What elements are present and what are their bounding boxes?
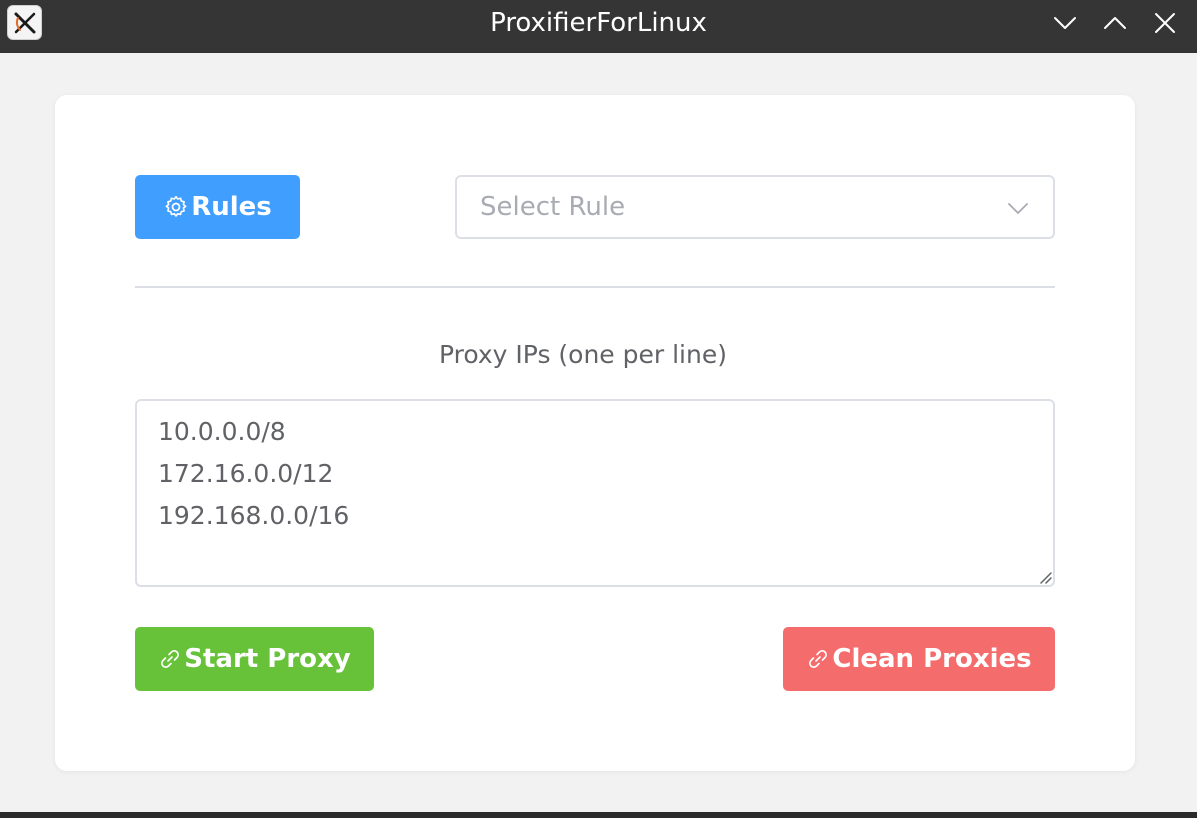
app-window: ProxifierForLinux Rules Select Rule Prox… (0, 0, 1197, 818)
proxy-ips-field: 10.0.0.0/8 172.16.0.0/12 192.168.0.0/16 (135, 399, 1055, 587)
clean-proxies-button[interactable]: Clean Proxies (783, 627, 1055, 691)
title-bar[interactable]: ProxifierForLinux (0, 0, 1197, 53)
proxy-ips-label: Proxy IPs (one per line) (439, 340, 727, 369)
chevron-up-icon (1104, 17, 1126, 29)
resize-grip-icon[interactable] (1036, 568, 1052, 584)
start-proxy-label: Start Proxy (184, 644, 351, 674)
maximize-button[interactable] (1102, 10, 1128, 36)
chevron-down-icon (1007, 197, 1029, 223)
close-icon (1155, 13, 1175, 33)
divider (135, 286, 1055, 288)
proxy-ips-textarea[interactable]: 10.0.0.0/8 172.16.0.0/12 192.168.0.0/16 (137, 401, 1053, 585)
chevron-down-icon (1054, 17, 1076, 29)
rule-select-placeholder: Select Rule (480, 192, 626, 222)
window-bottom-edge (0, 812, 1197, 818)
main-card: Rules Select Rule Proxy IPs (one per lin… (55, 95, 1135, 771)
minimize-button[interactable] (1052, 10, 1078, 36)
rule-select[interactable]: Select Rule (455, 175, 1055, 239)
start-proxy-button[interactable]: Start Proxy (135, 627, 374, 691)
gear-icon (163, 194, 189, 220)
clean-proxies-label: Clean Proxies (832, 644, 1032, 674)
window-title: ProxifierForLinux (490, 8, 707, 38)
link-icon (806, 647, 830, 671)
rules-button-label: Rules (191, 192, 272, 222)
link-icon (158, 647, 182, 671)
close-button[interactable] (1152, 10, 1178, 36)
rules-button[interactable]: Rules (135, 175, 300, 239)
